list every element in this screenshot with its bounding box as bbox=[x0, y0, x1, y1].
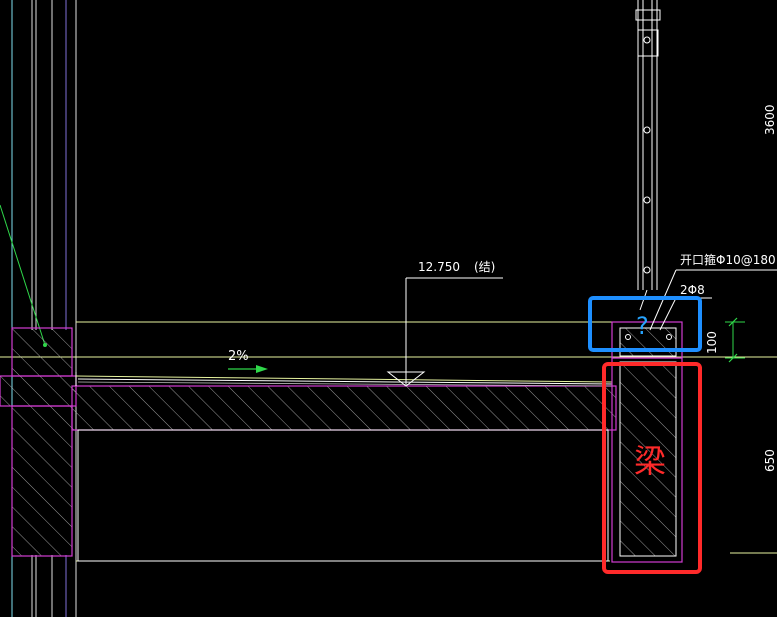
left-column bbox=[0, 327, 77, 557]
slope-label: 2% bbox=[228, 349, 249, 364]
elevation-marker bbox=[386, 277, 503, 387]
rebar-top-label: 2Φ8 bbox=[680, 283, 705, 297]
beam-label: 梁 bbox=[634, 442, 666, 480]
cad-section-drawing: 2% 12.750 (结) 开口箍Φ10@180 2Φ8 100 650 360… bbox=[0, 0, 777, 617]
elevation-note: (结) bbox=[474, 260, 495, 274]
dimension-650-label: 650 bbox=[763, 449, 777, 472]
leader-line-green bbox=[0, 204, 46, 346]
dimension-100 bbox=[725, 317, 745, 363]
vertical-pipe bbox=[635, 0, 661, 311]
slope-finish-lines bbox=[75, 372, 613, 387]
dimension-100-label: 100 bbox=[705, 331, 719, 354]
room-outline bbox=[77, 429, 609, 562]
slope-arrow bbox=[228, 365, 268, 373]
rebar-spec-label: 开口箍Φ10@180 bbox=[680, 252, 776, 267]
floor-slab bbox=[71, 385, 617, 431]
question-mark: ? bbox=[636, 312, 649, 340]
elevation-value: 12.750 bbox=[418, 260, 460, 274]
dimension-3600-label: 3600 bbox=[763, 104, 777, 135]
